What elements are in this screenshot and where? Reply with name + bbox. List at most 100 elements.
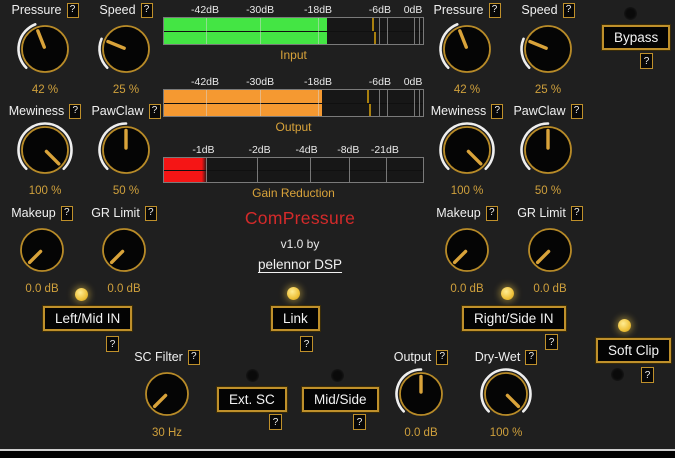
- pawclaw-knob-left[interactable]: PawClaw?50 %: [81, 103, 171, 197]
- link-button[interactable]: Link: [271, 306, 320, 331]
- makeup_r-value: 0.0 dB: [422, 283, 512, 295]
- speed_l-help-icon[interactable]: ?: [141, 3, 153, 18]
- gr-limit-knob-left[interactable]: GR Limit?0.0 dB: [79, 205, 169, 295]
- gain_reduction-tick-label: -21dB: [371, 144, 399, 156]
- pressure_r-label: Pressure: [433, 3, 483, 17]
- sc-filter-knob[interactable]: SC Filter?30 Hz: [122, 349, 212, 439]
- grlimit_l-dial[interactable]: [97, 223, 151, 277]
- makeup-knob-left[interactable]: Makeup? 0.0 dB: [0, 205, 87, 295]
- mewiness-knob-right[interactable]: Mewiness?100 %: [422, 103, 512, 197]
- ext-sc-button[interactable]: Ext. SC: [217, 387, 287, 412]
- grlimit_l-help-icon[interactable]: ?: [145, 206, 157, 221]
- plugin-window: Pressure?42 % Speed?25 % Pressure?42 % S…: [0, 0, 675, 458]
- makeup_r-help-icon[interactable]: ?: [486, 206, 498, 221]
- right-side-in-help-icon[interactable]: ?: [545, 334, 558, 350]
- mid-side-button[interactable]: Mid/Side: [302, 387, 379, 412]
- pawclaw_l-value: 50 %: [81, 185, 171, 197]
- gain_reduction-tick-label: -4dB: [295, 144, 317, 156]
- input-meter-bar: [164, 32, 423, 45]
- mewiness_l-help-icon[interactable]: ?: [69, 104, 81, 119]
- pawclaw_r-dial[interactable]: [519, 121, 577, 179]
- pressure_r-help-icon[interactable]: ?: [489, 3, 501, 18]
- mid-side-help-icon[interactable]: ?: [353, 414, 366, 430]
- bypass-button[interactable]: Bypass: [602, 25, 670, 50]
- speed-knob-right[interactable]: Speed?25 %: [503, 2, 593, 96]
- output-meter-bar: [164, 104, 423, 117]
- gr-limit-knob-right[interactable]: GR Limit?0.0 dB: [505, 205, 595, 295]
- pressure_l-dial[interactable]: [16, 20, 74, 78]
- mewiness_l-label: Mewiness: [9, 104, 65, 118]
- makeup_l-label: Makeup: [11, 206, 55, 220]
- output-peak-mark: [367, 90, 369, 103]
- pressure-knob-right[interactable]: Pressure? 42 %: [422, 2, 512, 96]
- pawclaw-knob-right[interactable]: PawClaw?50 %: [503, 103, 593, 197]
- pawclaw_l-help-icon[interactable]: ?: [149, 104, 161, 119]
- speed_l-dial[interactable]: [97, 20, 155, 78]
- pressure_l-label: Pressure: [11, 3, 61, 17]
- speed-knob-left[interactable]: Speed?25 %: [81, 2, 171, 96]
- mewiness_r-dial[interactable]: [438, 121, 496, 179]
- pressure_l-help-icon[interactable]: ?: [67, 3, 79, 18]
- left-mid-in-button[interactable]: Left/Mid IN: [43, 306, 132, 331]
- output-gridline: [419, 90, 420, 116]
- input-meter: -42dB-30dB-18dB-6dB0dB Input: [163, 4, 424, 62]
- output-gridline: [379, 90, 380, 116]
- input-gridline: [379, 18, 380, 44]
- pressure_l-value: 42 %: [0, 84, 90, 96]
- input-peak-mark: [374, 32, 376, 45]
- grlimit_r-help-icon[interactable]: ?: [571, 206, 583, 221]
- right-side-in-button[interactable]: Right/Side IN: [462, 306, 566, 331]
- pawclaw_l-dial[interactable]: [97, 121, 155, 179]
- input-meter-scale: -42dB-30dB-18dB-6dB0dB: [163, 4, 424, 17]
- speed_r-help-icon[interactable]: ?: [563, 3, 575, 18]
- gain_reduction-gridline: [257, 158, 258, 182]
- pelennor-dsp-link[interactable]: pelennor DSP: [258, 257, 342, 272]
- gain_reduction-tick-label: -1dB: [192, 144, 214, 156]
- gain_reduction-meter-scale: -1dB-2dB-4dB-8dB-21dB: [163, 144, 424, 157]
- makeup_l-value: 0.0 dB: [0, 283, 87, 295]
- input-gridline: [419, 18, 420, 44]
- mewiness-knob-left[interactable]: Mewiness?100 %: [0, 103, 90, 197]
- bypass-help-icon[interactable]: ?: [640, 53, 653, 69]
- gain_reduction-tick-label: -2dB: [248, 144, 270, 156]
- dry_wet-dial[interactable]: [479, 367, 533, 421]
- link-help-icon[interactable]: ?: [300, 336, 313, 352]
- input-meter-fill: [164, 32, 327, 45]
- input-tick-label: 0dB: [404, 4, 423, 16]
- dry_wet-help-icon[interactable]: ?: [525, 350, 537, 365]
- soft-clip-button[interactable]: Soft Clip: [596, 338, 671, 363]
- gain_reduction-gridline: [206, 158, 207, 182]
- speed_r-value: 25 %: [503, 84, 593, 96]
- left-mid-in-led: [75, 288, 88, 301]
- output-knob[interactable]: Output?0.0 dB: [376, 349, 466, 439]
- left-mid-in-help-icon[interactable]: ?: [106, 336, 119, 352]
- sc_filter-help-icon[interactable]: ?: [188, 350, 200, 365]
- soft-clip-help-icon[interactable]: ?: [641, 367, 654, 383]
- makeup-knob-right[interactable]: Makeup?0.0 dB: [422, 205, 512, 295]
- pressure-knob-left[interactable]: Pressure? 42 %: [0, 2, 90, 96]
- mewiness_l-dial[interactable]: [16, 121, 74, 179]
- speed_r-dial[interactable]: [519, 20, 577, 78]
- makeup_r-dial[interactable]: [440, 223, 494, 277]
- ext-sc-help-icon[interactable]: ?: [269, 414, 282, 430]
- dry_wet-label: Dry-Wet: [475, 350, 521, 364]
- dry-wet-knob[interactable]: Dry-Wet?100 %: [461, 349, 551, 439]
- ext-sc-led: [246, 369, 259, 382]
- makeup_l-help-icon[interactable]: ?: [61, 206, 73, 221]
- output-help-icon[interactable]: ?: [436, 350, 448, 365]
- input-peak-mark: [372, 18, 374, 31]
- input-meter-caption: Input: [163, 48, 424, 62]
- gain_reduction-meter-box: [163, 157, 424, 183]
- soft-clip-lower-led: [611, 368, 624, 381]
- makeup_l-dial[interactable]: [15, 223, 69, 277]
- grlimit_r-dial[interactable]: [523, 223, 577, 277]
- grlimit_l-label: GR Limit: [91, 206, 140, 220]
- speed_l-value: 25 %: [81, 84, 171, 96]
- pressure_r-value: 42 %: [422, 84, 512, 96]
- output-dial[interactable]: [394, 367, 448, 421]
- input-tick-label: -42dB: [191, 4, 219, 16]
- pressure_r-dial[interactable]: [438, 20, 496, 78]
- mewiness_r-help-icon[interactable]: ?: [491, 104, 503, 119]
- pawclaw_r-help-icon[interactable]: ?: [571, 104, 583, 119]
- sc_filter-dial[interactable]: [140, 367, 194, 421]
